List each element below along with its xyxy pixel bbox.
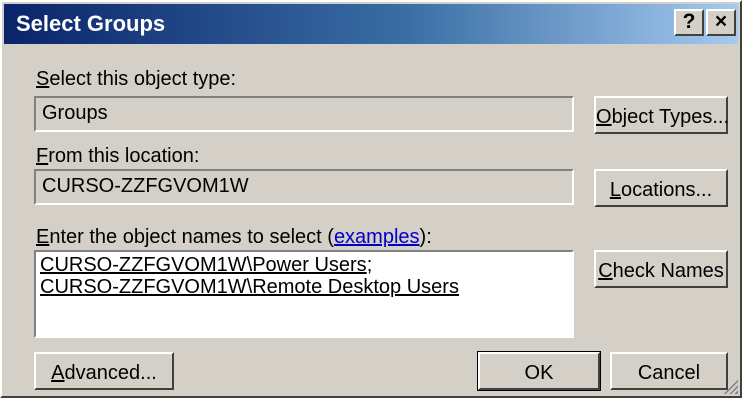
object-type-label: Select this object type: [36, 68, 236, 90]
advanced-button-mnemonic: A [51, 362, 65, 384]
object-types-button-label: bject Types... [611, 106, 730, 128]
locations-button[interactable]: Locations... [594, 169, 728, 207]
location-label-mnemonic: F [36, 145, 49, 167]
object-names-label-text: nter the object names to select ( [49, 226, 334, 248]
object-name-text: CURSO-ZZFGVOM1W\Remote Desktop Users [40, 276, 459, 298]
advanced-button[interactable]: Advanced... [34, 352, 174, 390]
object-names-label: Enter the object names to select (exampl… [36, 226, 432, 248]
resize-grip-icon[interactable] [722, 378, 738, 394]
object-types-button-mnemonic: O [596, 106, 612, 128]
location-label: From this location: [36, 145, 199, 167]
advanced-button-label: dvanced... [64, 362, 157, 384]
close-button[interactable]: × [706, 9, 736, 36]
help-icon: ? [682, 10, 696, 33]
object-name-text: CURSO-ZZFGVOM1W\Power Users [40, 254, 367, 276]
location-label-rest: rom this location: [48, 145, 200, 167]
object-type-label-rest: elect this object type: [49, 68, 237, 90]
object-type-field: Groups [34, 96, 574, 132]
locations-button-mnemonic: L [609, 179, 621, 201]
title-bar[interactable]: Select Groups ? × [4, 4, 738, 44]
object-name-entry: CURSO-ZZFGVOM1W\Power Users; [40, 254, 568, 276]
ok-button[interactable]: OK [477, 351, 601, 391]
check-names-button-label: heck Names [612, 260, 724, 282]
object-names-label-mnemonic: E [36, 226, 50, 248]
close-icon: × [714, 10, 728, 33]
object-names-label-suffix: ): [419, 226, 432, 248]
help-button[interactable]: ? [674, 9, 704, 36]
location-field: CURSO-ZZFGVOM1W [34, 169, 574, 205]
check-names-button[interactable]: Check Names [594, 250, 728, 288]
select-groups-dialog: Select Groups ? × Select this object typ… [0, 0, 742, 398]
object-name-separator: ; [366, 254, 373, 276]
cancel-button[interactable]: Cancel [610, 352, 728, 390]
object-name-entry: CURSO-ZZFGVOM1W\Remote Desktop Users [40, 276, 568, 298]
object-types-button[interactable]: Object Types... [594, 96, 730, 134]
check-names-button-mnemonic: C [598, 260, 613, 282]
examples-link[interactable]: examples [334, 226, 420, 248]
window-title: Select Groups [16, 11, 166, 36]
object-names-input[interactable]: CURSO-ZZFGVOM1W\Power Users; CURSO-ZZFGV… [34, 250, 574, 338]
locations-button-label: ocations... [620, 179, 713, 201]
object-type-label-mnemonic: S [36, 68, 50, 90]
